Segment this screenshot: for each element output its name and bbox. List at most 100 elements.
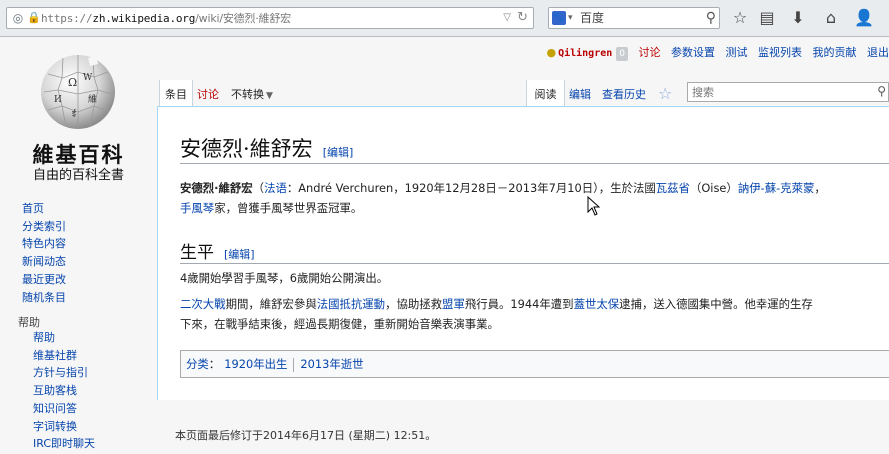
- tab-read[interactable]: 阅读: [526, 80, 565, 107]
- page-tabs: 条目 讨论 不转换▼ 阅读 编辑 查看历史 ☆ ⚲: [157, 80, 889, 107]
- browser-toolbar: ◎ 🔒 https://zh.wikipedia.org/wiki/安德烈·維舒…: [0, 0, 889, 37]
- page-title-text: 安德烈·維舒宏: [180, 137, 313, 161]
- mouse-cursor-icon: [587, 196, 601, 216]
- article-content: 安德烈·維舒宏 [编辑] 安德烈·維舒宏（法语：André Verchuren，1…: [157, 106, 889, 400]
- section-heading: 生平 [编辑]: [180, 238, 255, 263]
- user-icon: ●: [546, 46, 557, 59]
- engine-dropdown-icon[interactable]: ▾: [568, 11, 573, 25]
- lang-link[interactable]: 法语: [264, 181, 287, 195]
- notification-badge[interactable]: 0: [616, 47, 628, 61]
- place-link-neuilly[interactable]: 訥伊-蘇-克萊蒙: [738, 181, 815, 195]
- variant-dropdown-icon: ▼: [266, 91, 273, 101]
- sidebar-item-conversion[interactable]: 字词转换: [33, 420, 77, 433]
- wikipedia-globe-logo[interactable]: Ω W И 維 ई: [28, 50, 128, 130]
- sandbox-link[interactable]: 测试: [726, 46, 748, 59]
- page-title: 安德烈·維舒宏 [编辑]: [180, 133, 353, 163]
- section-divider: [180, 263, 889, 264]
- tab-read-label: 阅读: [534, 88, 557, 101]
- gestapo-link[interactable]: 蓋世太保: [574, 297, 620, 311]
- url-path: /wiki/安德烈·維舒宏: [195, 12, 291, 25]
- wiki-search-box[interactable]: ⚲: [687, 82, 889, 102]
- category-link[interactable]: 1920年出生: [224, 357, 287, 371]
- reading-list-icon[interactable]: ▤: [756, 8, 778, 28]
- reload-icon[interactable]: ↻: [517, 10, 528, 26]
- tab-edit-label: 编辑: [569, 88, 591, 101]
- lead-paragraph: 安德烈·維舒宏（法语：André Verchuren，1920年12月28日－2…: [180, 181, 826, 195]
- svg-text:維: 維: [88, 93, 97, 105]
- sidebar-item-featured[interactable]: 特色内容: [22, 237, 66, 250]
- sidebar-item-news[interactable]: 新闻动态: [22, 255, 66, 268]
- bio-paragraph-2-line2: 下來，在戰爭結束後，經過長期復健，重新開始音樂表演事業。: [180, 317, 499, 331]
- tab-talk[interactable]: 讨论: [197, 80, 219, 107]
- sidebar-item-help[interactable]: 帮助: [33, 331, 55, 344]
- allies-link[interactable]: 盟軍: [442, 297, 465, 311]
- tab-article-label: 条目: [165, 88, 187, 101]
- category-box: 分类： 1920年出生 2013年逝世: [180, 350, 889, 378]
- logout-link[interactable]: 退出: [867, 46, 889, 59]
- sidebar-item-qa[interactable]: 知识问答: [33, 402, 77, 415]
- wiki-tagline: 自由的百科全書: [32, 168, 124, 183]
- site-identity-icon[interactable]: ◎: [11, 11, 25, 25]
- sidebar-item-main-page[interactable]: 首页: [22, 202, 44, 215]
- place-link-oise[interactable]: 瓦茲省: [656, 181, 690, 195]
- sidebar-item-category-index[interactable]: 分类索引: [22, 220, 66, 233]
- history-dropdown-icon[interactable]: ▽: [503, 10, 511, 26]
- sidebar-navigation: 首页 分类索引 特色内容 新闻动态 最近更改 随机条目: [22, 200, 66, 306]
- username-link[interactable]: Qilingren: [558, 48, 612, 59]
- svg-text:W: W: [83, 73, 93, 83]
- user-talk-link[interactable]: 讨论: [639, 46, 661, 59]
- sidebar-item-village-pump[interactable]: 互助客栈: [33, 384, 77, 397]
- bio-paragraph-1: 4歲開始學習手風琴，6歲開始公開演出。: [180, 271, 389, 285]
- baidu-engine-icon[interactable]: 🐾: [552, 11, 566, 25]
- title-edit-link[interactable]: [编辑]: [323, 146, 354, 159]
- home-icon[interactable]: ⌂: [820, 8, 842, 28]
- lock-icon: 🔒: [27, 11, 41, 24]
- personal-tools: ● Qilingren 0 讨论 参数设置 测试 监视列表 我的贡献 退出: [539, 44, 889, 62]
- svg-text:И: И: [54, 95, 62, 105]
- sidebar-item-irc[interactable]: IRC即时聊天: [33, 437, 95, 450]
- wwii-link[interactable]: 二次大戰: [180, 297, 226, 311]
- lead-text-line2: 家，曾獲手風琴世界盃冠軍。: [214, 201, 363, 215]
- watch-star-icon[interactable]: ☆: [658, 80, 672, 107]
- bio-paragraph-2: 二次大戰期間，維舒宏參與法國抵抗運動，協助拯救盟軍飛行員。1944年遭到蓋世太保…: [180, 294, 813, 314]
- section-title-text: 生平: [180, 243, 214, 263]
- sidebar-help-heading: 帮助: [18, 316, 40, 329]
- wiki-search-input[interactable]: [692, 84, 862, 100]
- sidebar-item-random[interactable]: 随机条目: [22, 291, 66, 304]
- section-edit-link[interactable]: [编辑]: [224, 248, 255, 261]
- preferences-link[interactable]: 参数设置: [671, 46, 715, 59]
- sidebar-item-recent-changes[interactable]: 最近更改: [22, 273, 66, 286]
- category-separator: [293, 357, 295, 372]
- sidebar-item-policies[interactable]: 方针与指引: [33, 366, 88, 379]
- categories-label-link[interactable]: 分类: [186, 357, 209, 371]
- title-divider: [180, 163, 889, 164]
- browser-search-bar[interactable]: 🐾 ▾ 百度 ⚲: [548, 7, 720, 29]
- search-icon[interactable]: ⚲: [877, 84, 886, 98]
- category-link[interactable]: 2013年逝世: [300, 357, 363, 371]
- sidebar-help-section: 帮助 维基社群 方针与指引 互助客栈 知识问答 字词转换 IRC即时聊天: [33, 329, 95, 453]
- watchlist-link[interactable]: 监视列表: [758, 46, 802, 59]
- account-icon[interactable]: 👤: [853, 8, 875, 28]
- bio-text-2: ，協助拯救: [385, 297, 443, 311]
- tab-talk-label: 讨论: [197, 88, 219, 101]
- url-text[interactable]: https://zh.wikipedia.org/wiki/安德烈·維舒宏: [41, 11, 291, 26]
- bio-text-3: 飛行員。1944年遭到: [464, 297, 574, 311]
- bio-text-1: 期間，維舒宏參與: [225, 297, 317, 311]
- bookmark-star-icon[interactable]: ☆: [729, 8, 751, 28]
- svg-text:Ω: Ω: [68, 76, 77, 89]
- search-engine-name: 百度: [580, 11, 605, 25]
- tab-history-label: 查看历史: [602, 88, 646, 101]
- sidebar-item-community[interactable]: 维基社群: [33, 349, 77, 362]
- address-bar[interactable]: ◎ 🔒 https://zh.wikipedia.org/wiki/安德烈·維舒…: [6, 7, 534, 29]
- accordion-link[interactable]: 手風琴: [180, 201, 214, 215]
- lead-text: ：André Verchuren，1920年12月28日－2013年7月10日）…: [286, 181, 656, 195]
- resistance-link[interactable]: 法國抵抗運動: [317, 297, 385, 311]
- last-modified-footer: 本页面最后修订于2014年6月17日 (星期二) 12:51。: [175, 429, 437, 442]
- tab-article[interactable]: 条目: [159, 80, 193, 107]
- tab-edit[interactable]: 编辑: [569, 80, 591, 107]
- download-icon[interactable]: ⬇: [787, 8, 809, 28]
- tab-variant[interactable]: 不转换 ▼: [231, 80, 273, 107]
- search-go-icon[interactable]: ⚲: [706, 9, 716, 27]
- contributions-link[interactable]: 我的贡献: [813, 46, 857, 59]
- tab-history[interactable]: 查看历史: [602, 80, 646, 107]
